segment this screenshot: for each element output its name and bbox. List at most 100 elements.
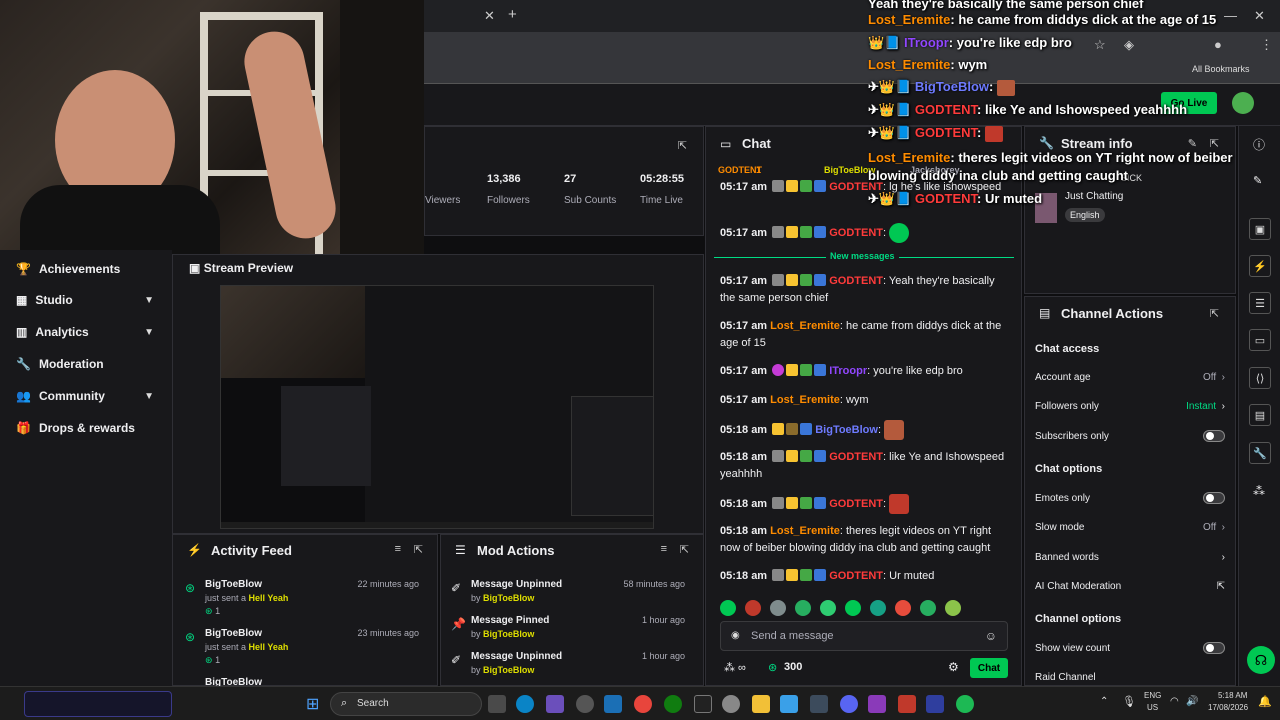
edge-icon[interactable] <box>516 695 534 713</box>
wifi-icon[interactable]: ◠ <box>1170 696 1179 707</box>
overlay-chat-line: 👑📘 ITroopr: you're like edp bro <box>868 35 1072 50</box>
menu-dots-icon[interactable]: ⋮ <box>1260 37 1273 53</box>
emote-icon[interactable] <box>870 600 886 616</box>
sidebar-item-community[interactable]: 👥 Community <box>16 389 105 403</box>
window-minimize-icon[interactable]: — <box>1224 8 1237 23</box>
sidebar-item-drops[interactable]: 🎁 Drops & rewards <box>16 421 135 435</box>
all-bookmarks-link[interactable]: All Bookmarks <box>1192 64 1250 74</box>
new-tab-icon[interactable]: + <box>508 6 517 23</box>
emote-icon[interactable] <box>720 600 736 616</box>
app-icon[interactable] <box>810 695 828 713</box>
points-value: 300 <box>784 661 803 673</box>
clock-time[interactable]: 5:18 AM <box>1218 691 1247 700</box>
pencil-icon[interactable]: ✎ <box>1253 174 1262 187</box>
sidebar-item-studio[interactable]: ▦ Studio <box>16 293 73 307</box>
points-icon: ⊛ <box>185 630 196 644</box>
popout-icon[interactable]: ⇱ <box>414 543 423 556</box>
app-icon[interactable] <box>898 695 916 713</box>
quick-action-button[interactable]: ▣ <box>1249 218 1271 240</box>
chevron-down-icon[interactable]: ▼ <box>144 391 154 402</box>
slow-mode-setting[interactable]: Slow mode Off › <box>1035 519 1225 535</box>
overlay-chat-line: Lost_Eremite: theres legit videos on YT … <box>868 150 1233 165</box>
support-button[interactable]: ☊ <box>1247 646 1275 674</box>
volume-icon[interactable]: 🔊 <box>1186 696 1198 707</box>
account-age-setting[interactable]: Account age Off › <box>1035 369 1225 385</box>
app-icon[interactable] <box>546 695 564 713</box>
popout-icon[interactable]: ⇱ <box>1210 137 1219 150</box>
quick-action-button[interactable]: 🔧 <box>1249 442 1271 464</box>
taskbar-widget[interactable] <box>24 691 172 717</box>
taskbar-search[interactable]: ⌕ Search <box>330 692 482 716</box>
filter-icon[interactable]: ≡ <box>661 543 667 555</box>
app-icon[interactable] <box>694 695 712 713</box>
ai-moderation-setting[interactable]: AI Chat Moderation ⇱ <box>1035 578 1225 594</box>
language-indicator[interactable]: ENG <box>1144 691 1161 700</box>
microphone-icon[interactable]: 🎙 <box>1122 695 1136 708</box>
gear-icon[interactable]: ⚙ <box>948 660 959 674</box>
info-icon[interactable]: ⓘ <box>1253 136 1265 153</box>
emote-icon[interactable] <box>845 600 861 616</box>
file-explorer-icon[interactable] <box>752 695 770 713</box>
followers-only-setting[interactable]: Followers only Instant › <box>1035 398 1225 414</box>
sidebar-item-achievements[interactable]: 🏆 Achievements <box>16 262 120 276</box>
quick-action-button[interactable]: ☰ <box>1249 292 1271 314</box>
avatar[interactable] <box>1232 92 1254 114</box>
sidebar-item-moderation[interactable]: 🔧 Moderation <box>16 357 104 371</box>
bookmark-star-icon[interactable]: ☆ <box>1094 37 1106 53</box>
emote-icon[interactable] <box>895 600 911 616</box>
discord-icon[interactable] <box>840 695 858 713</box>
app-icon[interactable] <box>926 695 944 713</box>
close-tab-icon[interactable]: ✕ <box>484 8 495 24</box>
emote-icon[interactable] <box>820 600 836 616</box>
emoji-icon[interactable]: ☺ <box>985 629 997 643</box>
stream-preview-video[interactable] <box>220 285 654 529</box>
steam-icon[interactable] <box>604 695 622 713</box>
studio-icon: ▦ <box>16 293 28 307</box>
raid-channel-setting[interactable]: Raid Channel <box>1035 669 1225 685</box>
mod-actions-title: Mod Actions <box>477 543 555 558</box>
infinity-icon[interactable]: ⁂ ∞ <box>724 661 746 674</box>
extension-icon[interactable]: ◈ <box>1124 37 1134 53</box>
emote-icon[interactable] <box>745 600 761 616</box>
community-icon[interactable]: ⁂ <box>1253 484 1265 498</box>
edit-icon[interactable]: ✎ <box>1188 137 1197 150</box>
filter-icon[interactable]: ≡ <box>395 543 401 555</box>
app-icon[interactable] <box>780 695 798 713</box>
popout-icon[interactable]: ⇱ <box>678 139 687 152</box>
emotes-only-setting: Emotes only <box>1035 490 1225 506</box>
popout-icon[interactable]: ⇱ <box>1210 307 1219 320</box>
app-icon[interactable] <box>576 695 594 713</box>
sidebar-item-analytics[interactable]: ▥ Analytics <box>16 325 89 339</box>
emote-icon[interactable] <box>770 600 786 616</box>
quick-action-button[interactable]: ▭ <box>1249 329 1271 351</box>
settings-icon[interactable] <box>722 695 740 713</box>
chevron-down-icon[interactable]: ▼ <box>144 327 154 338</box>
task-view-icon[interactable] <box>488 695 506 713</box>
emote-icon[interactable] <box>920 600 936 616</box>
chevron-up-icon[interactable]: ⌃ <box>1100 696 1108 707</box>
pin-icon: 📌 <box>451 617 466 631</box>
chat-input[interactable]: ◉ Send a message ☺ <box>720 621 1008 651</box>
quick-action-button[interactable]: ⚡ <box>1249 255 1271 277</box>
chevron-down-icon[interactable]: ▼ <box>144 295 154 306</box>
quick-action-button[interactable]: ▤ <box>1249 404 1271 426</box>
popout-icon[interactable]: ⇱ <box>680 543 689 556</box>
window-close-icon[interactable]: ✕ <box>1254 8 1265 24</box>
quick-action-button[interactable]: ⟨⟩ <box>1249 367 1271 389</box>
subscribers-only-toggle[interactable] <box>1203 430 1225 442</box>
chat-send-button[interactable]: Chat <box>970 658 1008 678</box>
emote-icon[interactable] <box>945 600 961 616</box>
chrome-icon[interactable] <box>634 695 652 713</box>
spotify-icon[interactable] <box>956 695 974 713</box>
profile-icon[interactable]: ● <box>1214 37 1222 52</box>
viewers-label: Viewers <box>425 195 461 206</box>
address-bar[interactable]: ☆ ◈ ● ⋮ <box>424 32 1280 58</box>
emote-icon[interactable] <box>795 600 811 616</box>
show-view-count-toggle[interactable] <box>1203 642 1225 654</box>
xbox-icon[interactable] <box>664 695 682 713</box>
banned-words-setting[interactable]: Banned words › <box>1035 549 1225 565</box>
notification-icon[interactable]: 🔔 <box>1258 695 1272 708</box>
app-icon[interactable] <box>868 695 886 713</box>
windows-start-icon[interactable]: ⊞ <box>306 694 319 714</box>
emotes-only-toggle[interactable] <box>1203 492 1225 504</box>
